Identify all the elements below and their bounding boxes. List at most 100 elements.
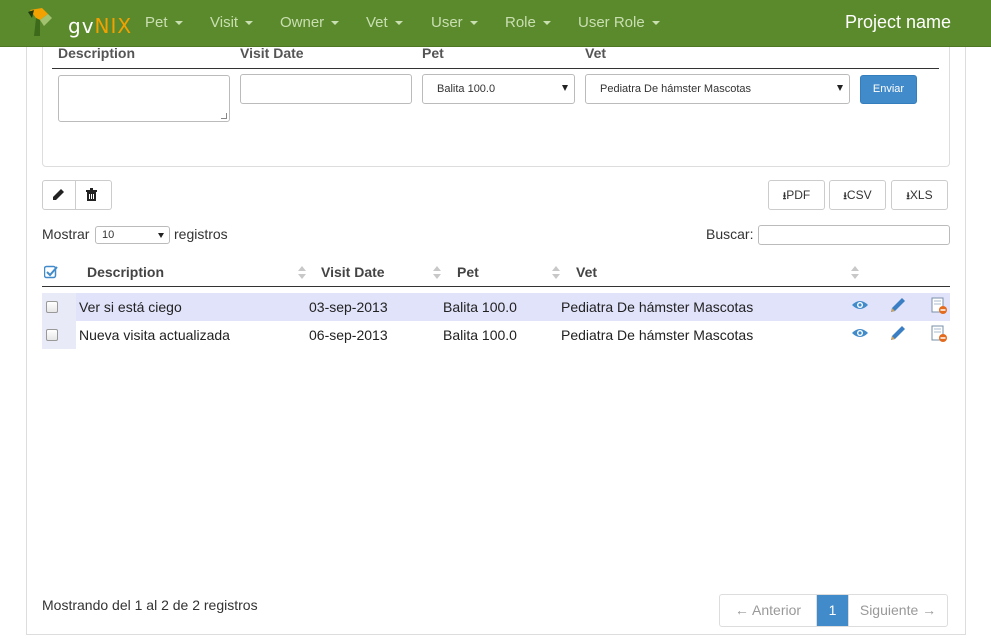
delete-selected-button[interactable] [76,181,108,209]
project-name[interactable]: Project name [845,12,951,33]
nav-role-label: Role [505,14,536,31]
description-field[interactable] [58,75,230,122]
pet-select-value: Balita 100.0 [437,83,496,95]
nav-role[interactable]: Role [505,14,551,31]
edit-row-button[interactable] [890,297,910,317]
submit-button[interactable]: Enviar [860,75,917,104]
nav-vet-label: Vet [366,14,388,31]
export-xls-button[interactable]: ⭳XLS [891,180,948,210]
pencil-icon [891,326,905,340]
column-header-vet[interactable]: Vet [576,264,597,280]
sort-icon[interactable] [433,266,441,280]
show-suffix: registros [174,226,228,242]
column-header-description[interactable]: Description [87,264,164,280]
show-prefix: Mostrar [42,226,90,242]
pet-select[interactable]: Balita 100.0 [422,74,575,104]
nav-visit[interactable]: Visit [210,14,254,31]
trash-icon [86,188,97,201]
column-header-visit-date[interactable]: Visit Date [321,264,385,280]
row-check-cell [42,321,76,349]
brand-gv: gv [68,14,95,38]
sort-icon[interactable] [298,266,306,280]
pencil-icon [53,189,64,200]
caret-down-icon [174,21,183,26]
table-row[interactable]: Ver si está ciego 03-sep-2013 Balita 100… [42,293,950,321]
dropdown-arrow-icon [837,85,843,91]
select-all-check-icon[interactable] [44,265,58,279]
nav-vet[interactable]: Vet [366,14,403,31]
show-row-button[interactable] [851,297,871,317]
table-header-divider [42,286,950,287]
pagination: ← Anterior 1 Siguiente → [719,594,948,627]
search-input[interactable] [758,225,950,245]
page-1-button[interactable]: 1 [817,595,848,626]
cell-description: Nueva visita actualizada [79,327,230,343]
nav-pet[interactable]: Pet [145,14,183,31]
previous-page-button[interactable]: ← Anterior [720,595,816,626]
page-length-value: 10 [102,229,115,241]
vet-select[interactable]: Pediatra De hámster Mascotas [585,74,850,104]
export-xls-label: XLS [909,188,933,202]
cell-vet: Pediatra De hámster Mascotas [561,327,754,343]
row-check-cell [42,293,76,321]
column-header-pet[interactable]: Pet [457,264,479,280]
cell-vet: Pediatra De hámster Mascotas [561,299,754,315]
visit-date-label: Visit Date [240,45,304,61]
logo-mark-icon [28,8,52,36]
row-checkbox[interactable] [46,329,58,341]
show-row-button[interactable] [851,325,871,345]
nav-visit-label: Visit [210,14,239,31]
cell-description: Ver si está ciego [79,299,182,315]
caret-down-icon [542,21,551,26]
cell-pet: Balita 100.0 [443,327,517,343]
gvnix-logo[interactable]: gvNIX [26,4,131,40]
search-label: Buscar: [706,226,754,242]
table-info: Mostrando del 1 al 2 de 2 registros [42,597,258,613]
row-checkbox[interactable] [46,301,58,313]
eye-icon [852,301,868,309]
visit-date-field[interactable] [240,74,412,104]
eye-icon [852,329,868,337]
caret-down-icon [469,21,478,26]
nav-user-label: User [431,14,463,31]
nav-owner-label: Owner [280,14,325,31]
delete-document-icon [931,297,947,314]
nav-owner[interactable]: Owner [280,14,340,31]
next-page-button[interactable]: Siguiente → [849,595,947,626]
caret-down-icon [331,21,340,26]
caret-down-icon [245,21,254,26]
cell-visit-date: 03-sep-2013 [309,299,388,315]
sort-icon[interactable] [851,266,859,280]
sort-icon[interactable] [552,266,560,280]
caret-down-icon [394,21,403,26]
resize-grip-icon[interactable] [221,113,227,119]
dropdown-arrow-icon [158,233,164,238]
cell-visit-date: 06-sep-2013 [309,327,388,343]
form-header-divider [52,68,939,69]
cell-pet: Balita 100.0 [443,299,517,315]
export-pdf-button[interactable]: ⭳PDF [768,180,825,210]
edit-selected-button[interactable] [43,181,75,209]
top-navbar: gvNIX Pet Visit Owner Vet User Role User… [0,0,991,47]
edit-row-button[interactable] [890,325,910,345]
vet-label: Vet [585,45,607,61]
export-csv-button[interactable]: ⭳CSV [829,180,886,210]
vet-select-value: Pediatra De hámster Mascotas [600,83,752,95]
delete-row-button[interactable] [930,297,950,317]
export-pdf-label: PDF [786,188,811,202]
table-row[interactable]: Nueva visita actualizada 06-sep-2013 Bal… [42,321,950,349]
pencil-icon [891,298,905,312]
row-actions-group [42,180,112,210]
nav-user[interactable]: User [431,14,478,31]
page-length-select[interactable]: 10 [95,226,170,244]
nav-pet-label: Pet [145,14,168,31]
nav-user-role-label: User Role [578,14,645,31]
export-csv-label: CSV [846,188,872,202]
pet-label: Pet [422,45,444,61]
nav-user-role[interactable]: User Role [578,14,660,31]
description-label: Description [58,45,136,61]
delete-row-button[interactable] [930,325,950,345]
brand-nix: NIX [94,14,133,38]
caret-down-icon [651,21,660,26]
delete-document-icon [931,325,947,342]
